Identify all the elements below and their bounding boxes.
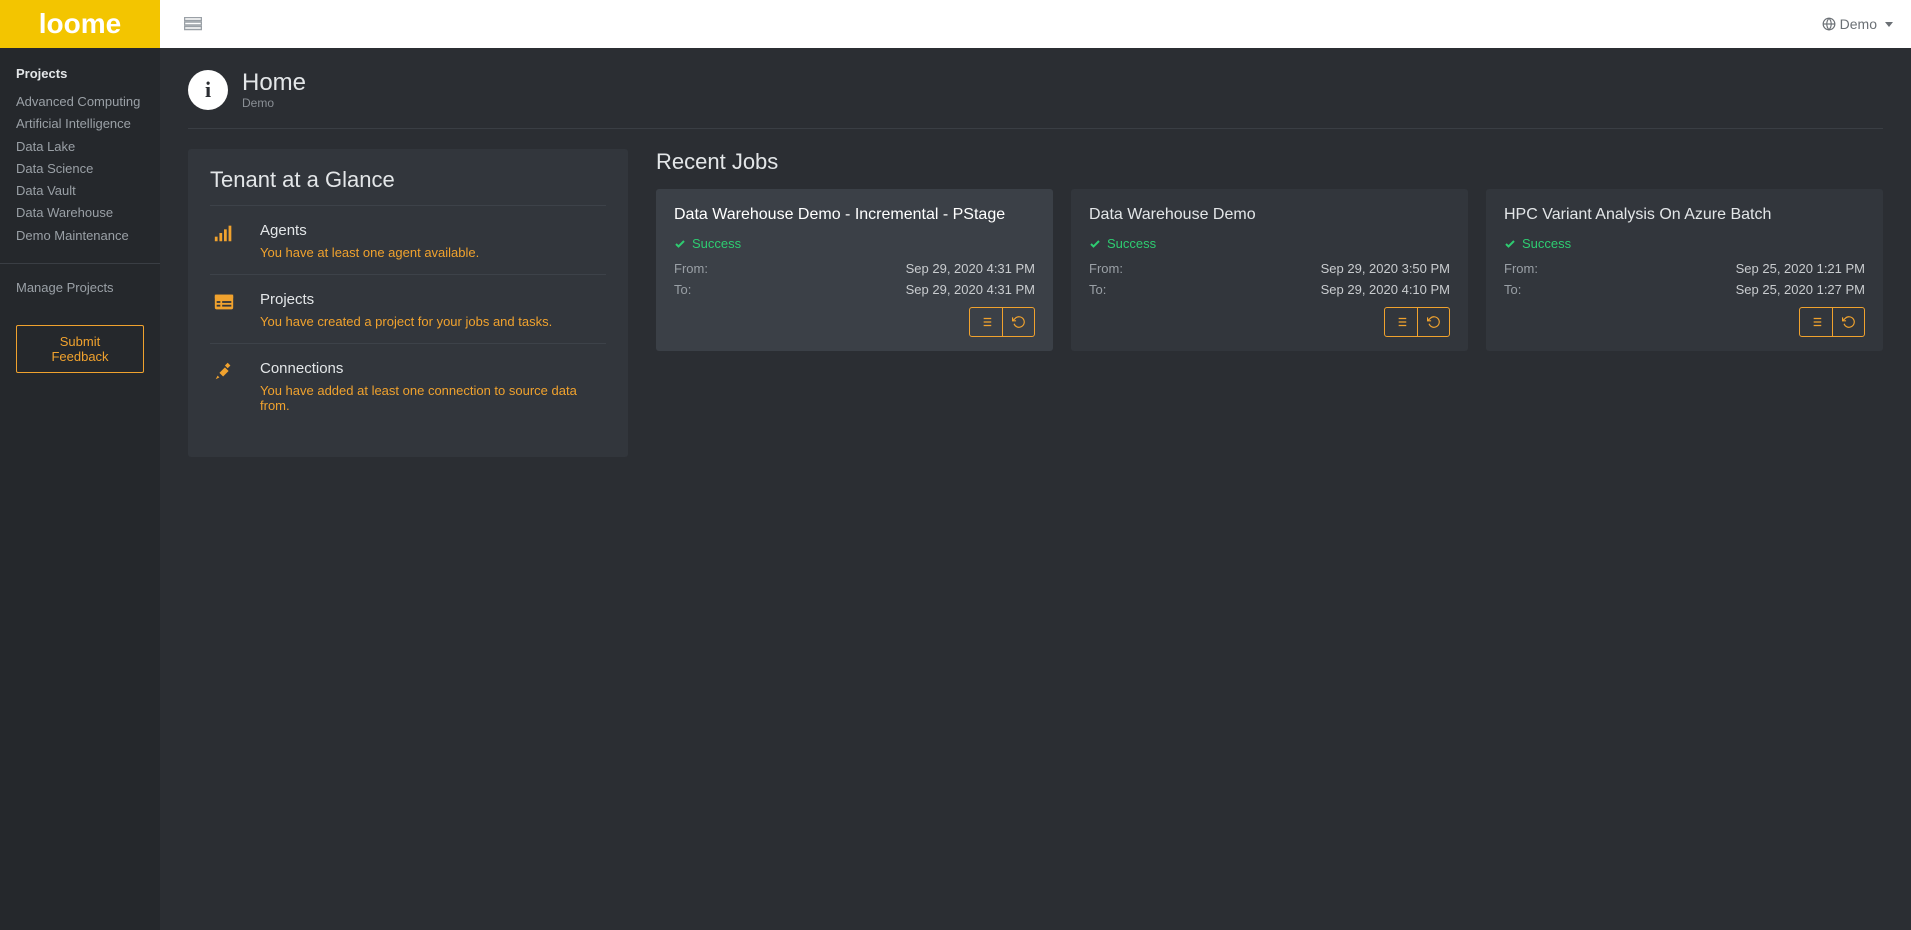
job-status-label: Success: [1107, 236, 1156, 251]
job-card[interactable]: HPC Variant Analysis On Azure Batch Succ…: [1486, 189, 1883, 351]
history-icon: [1012, 315, 1026, 329]
page-subtitle: Demo: [242, 96, 306, 110]
job-action-group: [1799, 307, 1865, 337]
glance-item-desc: You have created a project for your jobs…: [260, 314, 552, 329]
signal-icon: [210, 222, 238, 260]
job-status: Success: [1504, 236, 1865, 251]
job-status: Success: [674, 236, 1035, 251]
job-status-label: Success: [1522, 236, 1571, 251]
glance-item-agents: Agents You have at least one agent avail…: [210, 205, 606, 274]
to-label: To:: [1089, 282, 1106, 297]
sidebar-item-project[interactable]: Data Warehouse: [0, 202, 160, 224]
glance-panel: Tenant at a Glance Agents You have at le…: [188, 149, 628, 457]
glance-item-desc: You have at least one agent available.: [260, 245, 479, 260]
list-icon: [979, 315, 993, 329]
menu-toggle-icon[interactable]: [184, 17, 202, 31]
home-icon: i: [188, 70, 228, 110]
globe-icon: [1822, 17, 1836, 31]
glance-item-title: Projects: [260, 291, 552, 308]
history-icon: [1427, 315, 1441, 329]
submit-feedback-button[interactable]: Submit Feedback: [16, 325, 144, 373]
job-status: Success: [1089, 236, 1450, 251]
list-icon: [210, 291, 238, 329]
job-to-value: Sep 29, 2020 4:31 PM: [906, 282, 1035, 297]
glance-item-connections: Connections You have added at least one …: [210, 343, 606, 427]
project-list: Advanced Computing Artificial Intelligen…: [0, 91, 160, 247]
job-details-button[interactable]: [1385, 308, 1417, 336]
recent-jobs-panel: Recent Jobs Data Warehouse Demo - Increm…: [656, 149, 1883, 351]
job-rerun-button[interactable]: [1002, 308, 1034, 336]
history-icon: [1842, 315, 1856, 329]
sidebar-item-project[interactable]: Data Lake: [0, 136, 160, 158]
glance-item-desc: You have added at least one connection t…: [260, 383, 606, 413]
sidebar-projects-heading: Projects: [0, 66, 160, 91]
job-card[interactable]: Data Warehouse Demo Success From: Sep 29,…: [1071, 189, 1468, 351]
chevron-down-icon: [1885, 22, 1893, 27]
to-label: To:: [674, 282, 691, 297]
job-from-value: Sep 29, 2020 3:50 PM: [1321, 261, 1450, 276]
job-action-group: [969, 307, 1035, 337]
job-to-value: Sep 25, 2020 1:27 PM: [1736, 282, 1865, 297]
sidebar-item-project[interactable]: Artificial Intelligence: [0, 113, 160, 135]
job-details-button[interactable]: [970, 308, 1002, 336]
check-icon: [1504, 238, 1516, 250]
brand-logo[interactable]: loome: [0, 0, 160, 48]
jobs-row: Data Warehouse Demo - Incremental - PSta…: [656, 189, 1883, 351]
recent-jobs-heading: Recent Jobs: [656, 149, 1883, 175]
job-title: Data Warehouse Demo: [1089, 205, 1450, 226]
job-from-value: Sep 25, 2020 1:21 PM: [1736, 261, 1865, 276]
to-label: To:: [1504, 282, 1521, 297]
job-from-value: Sep 29, 2020 4:31 PM: [906, 261, 1035, 276]
sidebar-item-project[interactable]: Data Vault: [0, 180, 160, 202]
list-icon: [1809, 315, 1823, 329]
tenant-dropdown[interactable]: Demo: [1822, 16, 1893, 32]
from-label: From:: [1504, 261, 1538, 276]
job-details-button[interactable]: [1800, 308, 1832, 336]
job-rerun-button[interactable]: [1417, 308, 1449, 336]
glance-item-title: Connections: [260, 360, 606, 377]
check-icon: [1089, 238, 1101, 250]
job-title: HPC Variant Analysis On Azure Batch: [1504, 205, 1865, 226]
glance-item-title: Agents: [260, 222, 479, 239]
job-card[interactable]: Data Warehouse Demo - Incremental - PSta…: [656, 189, 1053, 351]
sidebar-item-project[interactable]: Demo Maintenance: [0, 225, 160, 247]
sidebar-divider: [0, 263, 160, 264]
job-rerun-button[interactable]: [1832, 308, 1864, 336]
glance-item-projects: Projects You have created a project for …: [210, 274, 606, 343]
glance-heading: Tenant at a Glance: [210, 167, 606, 193]
sidebar-item-project[interactable]: Data Science: [0, 158, 160, 180]
job-title: Data Warehouse Demo - Incremental - PSta…: [674, 205, 1035, 226]
main-content: i Home Demo Tenant at a Glance Agents Yo…: [160, 48, 1911, 930]
from-label: From:: [1089, 261, 1123, 276]
page-header: i Home Demo: [188, 70, 1883, 129]
topbar: loome Demo: [0, 0, 1911, 48]
list-icon: [1394, 315, 1408, 329]
page-title: Home: [242, 70, 306, 96]
sidebar: Projects Advanced Computing Artificial I…: [0, 48, 160, 930]
job-status-label: Success: [692, 236, 741, 251]
manage-projects-link[interactable]: Manage Projects: [0, 280, 160, 295]
plug-icon: [210, 360, 238, 413]
from-label: From:: [674, 261, 708, 276]
job-to-value: Sep 29, 2020 4:10 PM: [1321, 282, 1450, 297]
check-icon: [674, 238, 686, 250]
tenant-label: Demo: [1840, 16, 1877, 32]
job-action-group: [1384, 307, 1450, 337]
sidebar-item-project[interactable]: Advanced Computing: [0, 91, 160, 113]
